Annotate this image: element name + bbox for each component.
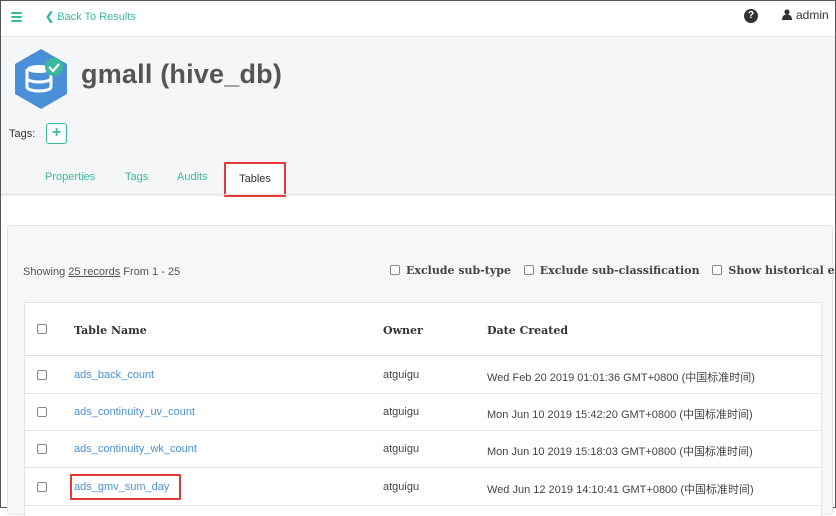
row-checkbox[interactable] bbox=[37, 482, 47, 492]
table-name-link[interactable]: ads_continuity_wk_count bbox=[74, 443, 197, 455]
divider bbox=[1, 194, 835, 195]
owner-cell: atguigu bbox=[383, 406, 420, 418]
tab-tables[interactable]: Tables bbox=[224, 162, 286, 197]
column-header-date-created[interactable]: Date Created bbox=[487, 324, 568, 337]
filter-show-historical[interactable]: Show historical entities bbox=[712, 264, 836, 277]
add-tag-button[interactable]: + bbox=[46, 123, 67, 144]
page-title: gmall (hive_db) bbox=[81, 59, 283, 89]
results-summary: Showing 25 records From 1 - 25 bbox=[23, 266, 180, 278]
table-row: ads_back_count atguigu Wed Feb 20 2019 0… bbox=[25, 357, 823, 394]
select-all-checkbox[interactable] bbox=[37, 324, 47, 334]
menu-icon[interactable] bbox=[11, 12, 22, 22]
top-bar: ❮ Back To Results ? admin bbox=[1, 1, 835, 37]
back-to-results-link[interactable]: ❮ Back To Results bbox=[45, 10, 136, 23]
filter-label: Exclude sub-type bbox=[406, 264, 511, 277]
results-prefix: Showing bbox=[23, 266, 69, 278]
entity-header: gmall (hive_db) Tags: + Properties Tags … bbox=[1, 37, 835, 197]
back-to-results-label: Back To Results bbox=[57, 11, 136, 23]
row-checkbox[interactable] bbox=[37, 407, 47, 417]
user-menu[interactable]: admin bbox=[782, 8, 829, 23]
help-icon[interactable]: ? bbox=[744, 9, 758, 23]
database-icon bbox=[9, 47, 73, 111]
entity-tabs: Properties Tags Audits Tables bbox=[1, 162, 835, 198]
owner-cell: atguigu bbox=[383, 443, 420, 455]
chevron-left-icon: ❮ bbox=[45, 11, 55, 23]
filter-label: Exclude sub-classification bbox=[539, 264, 700, 277]
table-name-link[interactable]: ads_back_count bbox=[74, 369, 154, 381]
checkbox[interactable] bbox=[390, 265, 400, 275]
row-checkbox[interactable] bbox=[37, 370, 47, 380]
table-name-link[interactable]: ads_gmv_sum_day bbox=[74, 481, 169, 493]
column-header-table-name[interactable]: Table Name bbox=[74, 324, 147, 337]
checkbox[interactable] bbox=[712, 265, 723, 275]
user-name: admin bbox=[796, 8, 829, 22]
results-count: 25 records bbox=[68, 266, 121, 278]
tab-tags[interactable]: Tags bbox=[125, 171, 148, 183]
tab-properties[interactable]: Properties bbox=[45, 171, 95, 183]
filter-exclude-subclassification[interactable]: Exclude sub-classification bbox=[523, 264, 700, 277]
results-suffix: From 1 - 25 bbox=[120, 266, 181, 278]
table-name-link[interactable]: ads_continuity_uv_count bbox=[74, 406, 195, 418]
date-created-cell: Wed Jun 12 2019 14:10:41 GMT+0800 (中国标准时… bbox=[487, 484, 754, 496]
date-created-cell: Wed Feb 20 2019 01:01:36 GMT+0800 (中国标准时… bbox=[487, 372, 755, 384]
column-header-owner[interactable]: Owner bbox=[383, 324, 423, 337]
tab-audits[interactable]: Audits bbox=[177, 171, 208, 183]
checkbox[interactable] bbox=[523, 265, 534, 275]
filter-options: Exclude sub-type Exclude sub-classificat… bbox=[390, 264, 836, 277]
table-row: ads_gmv_sum_day atguigu Wed Jun 12 2019 … bbox=[25, 469, 823, 506]
owner-cell: atguigu bbox=[383, 481, 420, 493]
table-row: ads_continuity_uv_count atguigu Mon Jun … bbox=[25, 394, 823, 431]
filter-label: Show historical entities bbox=[728, 264, 836, 277]
user-icon bbox=[782, 9, 792, 23]
table-header: Table Name Owner Date Created bbox=[25, 303, 823, 356]
date-created-cell: Mon Jun 10 2019 15:18:03 GMT+0800 (中国标准时… bbox=[487, 446, 753, 458]
row-checkbox[interactable] bbox=[37, 444, 47, 454]
tables-table: Table Name Owner Date Created ads_back_c… bbox=[24, 302, 823, 516]
date-created-cell: Mon Jun 10 2019 15:42:20 GMT+0800 (中国标准时… bbox=[487, 409, 753, 421]
tables-panel: Showing 25 records From 1 - 25 Exclude s… bbox=[7, 225, 836, 516]
tags-label: Tags: bbox=[9, 128, 36, 140]
owner-cell: atguigu bbox=[383, 369, 420, 381]
filter-exclude-subtype[interactable]: Exclude sub-type bbox=[390, 264, 511, 277]
table-row: ads_continuity_wk_count atguigu Mon Jun … bbox=[25, 431, 823, 468]
